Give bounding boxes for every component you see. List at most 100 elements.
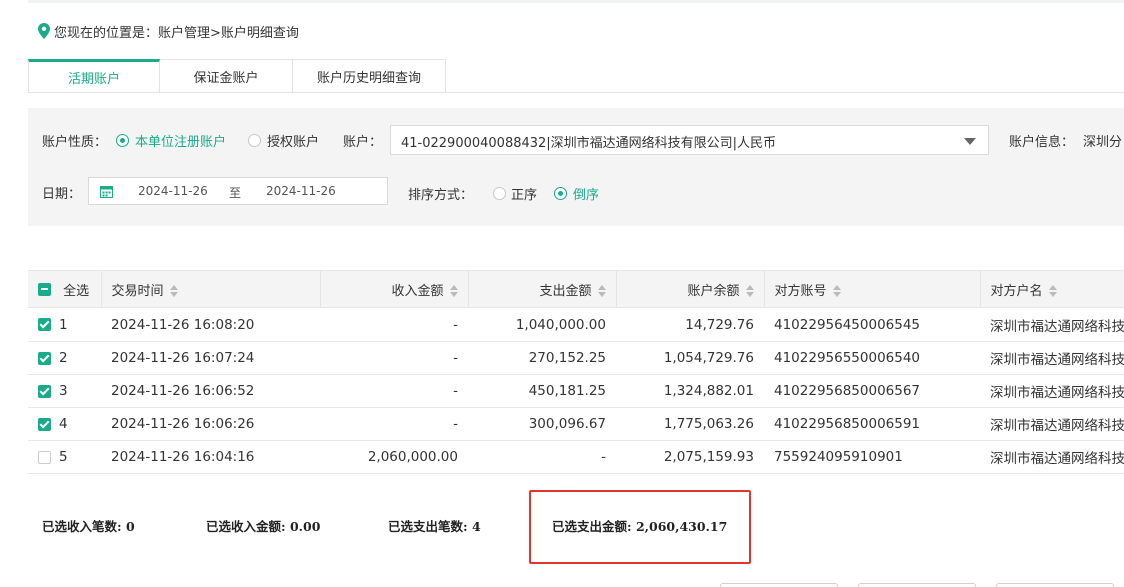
select-all-checkbox[interactable] — [38, 282, 51, 296]
table-row[interactable]: 3 2024-11-26 16:06:52 - 450,181.25 1,324… — [28, 374, 1124, 408]
select-all-label: 全选 — [63, 283, 90, 299]
cell-counter-name: 深圳市福达通网络科技 — [980, 374, 1124, 408]
sort-icon[interactable] — [1048, 285, 1057, 297]
cell-time: 2024-11-26 16:06:52 — [101, 374, 320, 408]
bottom-button-3[interactable] — [996, 583, 1114, 587]
cell-income: 2,060,000.00 — [320, 440, 468, 474]
date-from[interactable]: 2024-11-26 — [138, 184, 208, 198]
cell-counter-account: 41022956850006591 — [764, 407, 980, 441]
sort-label: 排序方式： — [408, 188, 474, 203]
row-index: 3 — [59, 383, 68, 399]
table-row[interactable]: 1 2024-11-26 16:08:20 - 1,040,000.00 14,… — [28, 307, 1124, 342]
account-info-label: 账户信息： — [1009, 135, 1075, 150]
registered-account-label[interactable]: 本单位注册账户 — [135, 131, 226, 150]
cell-expense: - — [468, 440, 616, 474]
cell-balance: 1,775,063.26 — [616, 407, 764, 441]
row-checkbox[interactable] — [38, 384, 51, 398]
tabs-divider — [28, 92, 1124, 93]
chevron-down-icon — [964, 138, 976, 145]
location-pin-icon — [38, 23, 50, 39]
breadcrumb: 您现在的位置是：账户管理>账户明细查询 — [38, 20, 299, 42]
row-index: 1 — [59, 316, 68, 333]
row-checkbox[interactable] — [38, 417, 51, 431]
sort-icon[interactable] — [449, 285, 458, 297]
cell-time: 2024-11-26 16:06:26 — [101, 407, 320, 441]
sort-icon[interactable] — [597, 285, 606, 297]
account-select[interactable]: 41-022900040088432|深圳市福达通网络科技有限公司|人民币 — [390, 125, 989, 155]
date-separator: 至 — [229, 186, 242, 200]
account-info-value: 深圳分 — [1083, 135, 1123, 150]
header-counter-name[interactable]: 对方户名 — [980, 270, 1124, 308]
row-index: 4 — [59, 416, 68, 432]
row-checkbox[interactable] — [38, 351, 51, 365]
tab-current-account[interactable]: 活期账户 — [28, 59, 160, 93]
account-label: 账户： — [343, 135, 383, 150]
cell-counter-name: 深圳市福达通网络科技 — [980, 307, 1124, 342]
tab-history-query[interactable]: 账户历史明细查询 — [293, 59, 446, 93]
row-index: 5 — [59, 449, 68, 465]
header-balance[interactable]: 账户余额 — [616, 270, 765, 308]
cell-expense: 300,096.67 — [468, 407, 616, 441]
row-checkbox[interactable] — [38, 450, 51, 464]
cell-balance: 14,729.76 — [616, 307, 764, 342]
cell-counter-account: 755924095910901 — [764, 440, 980, 474]
radio-sort-asc[interactable] — [493, 187, 506, 200]
account-tabs: 活期账户 保证金账户 账户历史明细查询 — [28, 59, 446, 93]
calendar-icon — [100, 186, 113, 198]
date-label: 日期： — [42, 187, 82, 202]
sort-icon[interactable] — [832, 285, 841, 297]
cell-income: - — [320, 407, 468, 441]
table-row[interactable]: 4 2024-11-26 16:06:26 - 300,096.67 1,775… — [28, 407, 1124, 441]
header-counter-account[interactable]: 对方账号 — [764, 270, 981, 308]
filter-panel: 账户性质： 本单位注册账户 授权账户 账户： 41-02290004008843… — [28, 108, 1124, 226]
select-all-header[interactable]: 全选 — [28, 270, 102, 308]
cell-counter-name: 深圳市福达通网络科技 — [980, 440, 1124, 474]
cell-balance: 1,054,729.76 — [616, 341, 764, 375]
cell-counter-name: 深圳市福达通网络科技 — [980, 341, 1124, 375]
bottom-button-2[interactable] — [858, 583, 976, 587]
sort-asc-label[interactable]: 正序 — [511, 184, 537, 203]
transaction-table: 全选 交易时间 收入金额 支出金额 账户余额 对方账号 对方户名 1 2024-… — [28, 270, 1124, 474]
account-nature-label: 账户性质： — [42, 135, 108, 150]
cell-time: 2024-11-26 16:08:20 — [101, 307, 320, 342]
bottom-button-1[interactable] — [720, 583, 838, 587]
date-range-picker[interactable]: 2024-11-26 至 2024-11-26 — [88, 177, 388, 205]
radio-authorized-account[interactable] — [248, 134, 261, 147]
table-header-row: 全选 交易时间 收入金额 支出金额 账户余额 对方账号 对方户名 — [28, 270, 1124, 308]
header-time[interactable]: 交易时间 — [101, 270, 321, 308]
top-divider — [28, 0, 1124, 3]
sort-icon[interactable] — [169, 285, 178, 297]
sort-icon[interactable] — [745, 285, 754, 297]
table-row[interactable]: 5 2024-11-26 16:04:16 2,060,000.00 - 2,0… — [28, 440, 1124, 474]
cell-counter-account: 41022956550006540 — [764, 341, 980, 375]
radio-sort-desc[interactable] — [554, 187, 567, 200]
cell-time: 2024-11-26 16:07:24 — [101, 341, 320, 375]
sort-desc-label[interactable]: 倒序 — [573, 184, 599, 203]
row-index: 2 — [59, 350, 68, 366]
header-expense[interactable]: 支出金额 — [468, 270, 617, 308]
selected-income-count: 已选收入笔数: 0 — [42, 519, 135, 534]
cell-expense: 270,152.25 — [468, 341, 616, 375]
breadcrumb-text: 您现在的位置是：账户管理>账户明细查询 — [54, 25, 299, 41]
account-select-value: 41-022900040088432|深圳市福达通网络科技有限公司|人民币 — [401, 136, 777, 151]
selected-income-amount: 已选收入金额: 0.00 — [206, 519, 321, 534]
cell-income: - — [320, 307, 468, 342]
cell-income: - — [320, 341, 468, 375]
cell-counter-account: 41022956450006545 — [764, 307, 980, 342]
cell-balance: 1,324,882.01 — [616, 374, 764, 408]
header-income[interactable]: 收入金额 — [320, 270, 469, 308]
row-checkbox[interactable] — [38, 318, 51, 331]
selected-expense-count: 已选支出笔数: 4 — [388, 519, 481, 534]
radio-registered-account[interactable] — [116, 134, 129, 147]
cell-counter-name: 深圳市福达通网络科技 — [980, 407, 1124, 441]
cell-expense: 1,040,000.00 — [468, 307, 616, 342]
cell-expense: 450,181.25 — [468, 374, 616, 408]
date-to[interactable]: 2024-11-26 — [266, 184, 336, 198]
highlight-box — [529, 490, 751, 564]
cell-income: - — [320, 374, 468, 408]
cell-counter-account: 41022956850006567 — [764, 374, 980, 408]
authorized-account-label[interactable]: 授权账户 — [267, 131, 319, 150]
tab-margin-account[interactable]: 保证金账户 — [160, 59, 293, 93]
cell-time: 2024-11-26 16:04:16 — [101, 440, 320, 474]
table-row[interactable]: 2 2024-11-26 16:07:24 - 270,152.25 1,054… — [28, 341, 1124, 375]
